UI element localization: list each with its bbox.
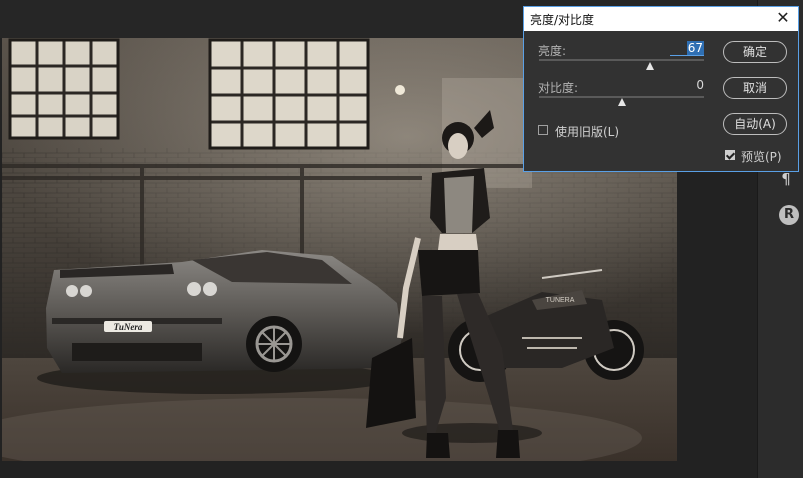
preview-checkbox[interactable] — [725, 150, 735, 160]
contrast-slider-thumb[interactable] — [617, 98, 626, 106]
legacy-label[interactable]: 使用旧版(L) — [555, 123, 619, 140]
auto-button[interactable]: 自动(A) — [723, 113, 787, 135]
center-window — [208, 38, 370, 150]
legacy-checkbox[interactable] — [538, 125, 548, 135]
brightness-input[interactable]: 67 — [670, 41, 704, 56]
left-window — [8, 38, 120, 140]
brightness-contrast-dialog: 亮度/对比度 ✕ 亮度: 67 对比度: 0 使用旧版(L) 确定 取消 自动(… — [523, 6, 799, 172]
brightness-slider-track[interactable] — [539, 59, 704, 61]
ok-button[interactable]: 确定 — [723, 41, 787, 63]
close-icon[interactable]: ✕ — [774, 9, 792, 27]
preview-label[interactable]: 预览(P) — [741, 148, 782, 165]
plate-text: TuNera — [114, 322, 143, 332]
dialog-titlebar[interactable]: 亮度/对比度 ✕ — [524, 7, 798, 31]
brightness-label: 亮度: — [538, 44, 567, 58]
cancel-button[interactable]: 取消 — [723, 77, 787, 99]
contrast-label: 对比度: — [538, 81, 579, 95]
sports-car: TuNera — [37, 250, 402, 394]
dialog-title: 亮度/对比度 — [530, 13, 595, 27]
contrast-input[interactable]: 0 — [670, 78, 704, 92]
tank-text: TUNERA — [546, 297, 575, 304]
contrast-value: 0 — [696, 78, 704, 92]
glyph-icon[interactable]: R — [779, 205, 799, 225]
brightness-value: 67 — [686, 41, 704, 55]
ceiling-lamp — [395, 85, 405, 95]
brightness-slider-thumb[interactable] — [645, 62, 654, 70]
